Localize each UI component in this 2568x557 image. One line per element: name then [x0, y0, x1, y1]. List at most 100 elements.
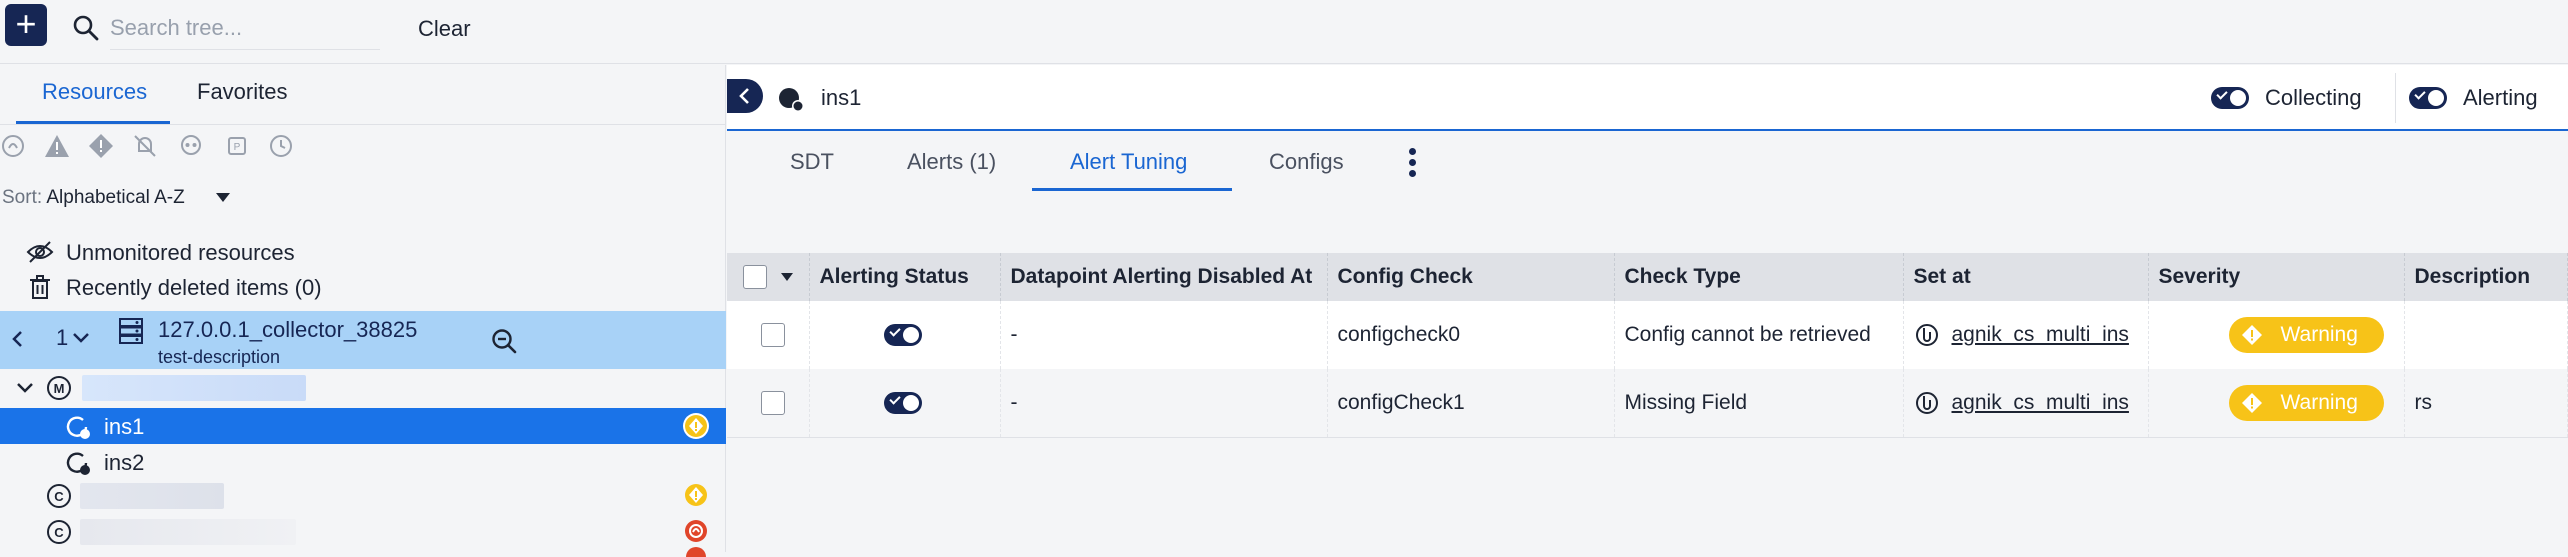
severity-label: Warning: [2280, 390, 2358, 414]
svg-text:P: P: [234, 142, 241, 153]
severity-cell: Warning: [2148, 369, 2405, 438]
sort-selector[interactable]: Sort: Alphabetical A-Z: [2, 187, 185, 209]
svg-text:C: C: [54, 489, 64, 504]
row-select-cell: [727, 301, 810, 369]
set-at-cell: agnik_cs_multi_ins: [1903, 369, 2149, 438]
collector-name: 127.0.0.1_collector_38825: [158, 317, 418, 342]
header-set-at[interactable]: Set at: [1903, 253, 2149, 301]
header-disabled-at[interactable]: Datapoint Alerting Disabled At: [1000, 253, 1328, 301]
alerting-status-toggle[interactable]: [883, 324, 922, 347]
chevron-down-icon[interactable]: [72, 331, 90, 345]
tree-node-ins1[interactable]: ins1: [0, 408, 726, 444]
collecting-label: Collecting: [2265, 85, 2362, 110]
collapse-panel-button[interactable]: [727, 79, 763, 113]
top-bar: + Clear: [0, 0, 2568, 64]
more-options-icon[interactable]: [1407, 145, 1417, 185]
warning-diamond-icon: [2241, 325, 2262, 345]
chevron-down-icon[interactable]: [216, 193, 230, 202]
row-checkbox[interactable]: [761, 323, 785, 348]
set-at-link[interactable]: agnik_cs_multi_ins: [1952, 322, 2132, 348]
redacted-group-name: [82, 375, 306, 401]
sort-value: Alphabetical A-Z: [46, 187, 185, 208]
chip-filter-icon[interactable]: P: [224, 133, 250, 159]
tab-resources[interactable]: Resources: [42, 79, 147, 105]
svg-text:M: M: [54, 381, 65, 396]
clear-button[interactable]: Clear: [418, 16, 471, 42]
config-check-cell: configcheck0: [1327, 301, 1615, 369]
collector-node-icon: C: [47, 484, 71, 508]
trash-icon: [30, 275, 50, 299]
table-row: - configCheck1 Missing Field agnik_cs_mu…: [727, 369, 2568, 438]
chevron-left-icon[interactable]: [10, 329, 26, 349]
datasource-icon: [1915, 324, 1938, 346]
sort-label: Sort:: [2, 187, 43, 208]
config-check-cell: configCheck1: [1327, 369, 1615, 438]
header-description[interactable]: Description: [2404, 253, 2568, 301]
tab-favorites[interactable]: Favorites: [197, 79, 287, 105]
table-header-row: Alerting Status Datapoint Alerting Disab…: [727, 253, 2568, 301]
tab-alerts[interactable]: Alerts (1): [907, 149, 996, 175]
alerting-toggle[interactable]: [2409, 87, 2447, 109]
check-type-cell: Missing Field: [1614, 369, 1904, 438]
search-tree-input[interactable]: [110, 6, 380, 50]
header-alerting-status[interactable]: Alerting Status: [809, 253, 1001, 301]
description-cell: rs: [2404, 369, 2568, 438]
critical-status-icon: [685, 520, 707, 542]
severity-cell: Warning: [2148, 301, 2405, 369]
tree-node-label: ins1: [104, 414, 145, 439]
set-at-link[interactable]: agnik_cs_multi_ins: [1952, 390, 2132, 416]
tree-node-ins2[interactable]: ins2: [104, 450, 144, 476]
unmonitored-resources-link[interactable]: Unmonitored resources: [66, 240, 295, 266]
set-at-cell: agnik_cs_multi_ins: [1903, 301, 2149, 369]
eye-off-icon: [26, 241, 54, 263]
alerting-status-cell: [809, 369, 1001, 438]
instance-icon: [66, 416, 90, 439]
select-all-checkbox[interactable]: [743, 265, 767, 290]
zoom-out-icon[interactable]: [490, 327, 518, 355]
warning-filter-icon[interactable]: [44, 133, 70, 159]
active-tab-indicator: [1032, 188, 1232, 191]
alerting-label: Alerting: [2463, 85, 2538, 110]
svg-text:C: C: [54, 525, 64, 540]
header-config-check[interactable]: Config Check: [1327, 253, 1615, 301]
dead-filter-icon[interactable]: [0, 133, 26, 159]
row-checkbox[interactable]: [761, 390, 785, 415]
add-button[interactable]: +: [5, 4, 47, 46]
alert-off-filter-icon[interactable]: [132, 133, 158, 159]
warning-status-icon: [685, 484, 707, 506]
select-all-header: [727, 253, 810, 301]
tab-configs[interactable]: Configs: [1269, 149, 1344, 175]
collector-description: test-description: [158, 347, 281, 367]
collector-count: 1: [56, 325, 69, 350]
alerting-status-cell: [809, 301, 1001, 369]
datasource-icon: [1915, 391, 1938, 414]
chevron-down-icon[interactable]: [781, 273, 793, 282]
chevron-down-icon[interactable]: [16, 381, 34, 395]
skull-filter-icon[interactable]: [178, 133, 204, 159]
severity-label: Warning: [2280, 323, 2358, 346]
redacted-node-name: [80, 483, 224, 509]
resource-title: ins1: [821, 85, 862, 110]
tab-alert-tuning[interactable]: Alert Tuning: [1070, 149, 1187, 175]
critical-status-icon: [686, 547, 706, 557]
clock-filter-icon[interactable]: [268, 133, 294, 159]
instance-icon: [779, 88, 804, 112]
error-filter-icon[interactable]: [88, 133, 114, 159]
alerting-status-toggle[interactable]: [883, 392, 922, 415]
row-select-cell: [727, 369, 810, 438]
severity-badge: Warning: [2228, 317, 2384, 353]
search-icon: [73, 15, 99, 41]
collecting-toggle[interactable]: [2211, 87, 2249, 109]
header-severity[interactable]: Severity: [2148, 253, 2405, 301]
redacted-node-name: [80, 519, 296, 545]
disabled-at-cell: -: [1000, 301, 1328, 369]
warning-diamond-icon: [2241, 392, 2262, 413]
header-check-type[interactable]: Check Type: [1614, 253, 1904, 301]
warning-status-icon: [683, 413, 709, 439]
collector-row[interactable]: 1 127.0.0.1_collector_38825 test-descrip…: [0, 311, 726, 369]
table-row: - configcheck0 Config cannot be retrieve…: [727, 301, 2568, 369]
tab-sdt[interactable]: SDT: [790, 149, 834, 175]
chevron-left-icon: [739, 88, 749, 104]
recently-deleted-link[interactable]: Recently deleted items (0): [66, 275, 322, 301]
detail-panel: ins1 Collecting Alerting SDT Alerts (1) …: [727, 65, 2568, 552]
